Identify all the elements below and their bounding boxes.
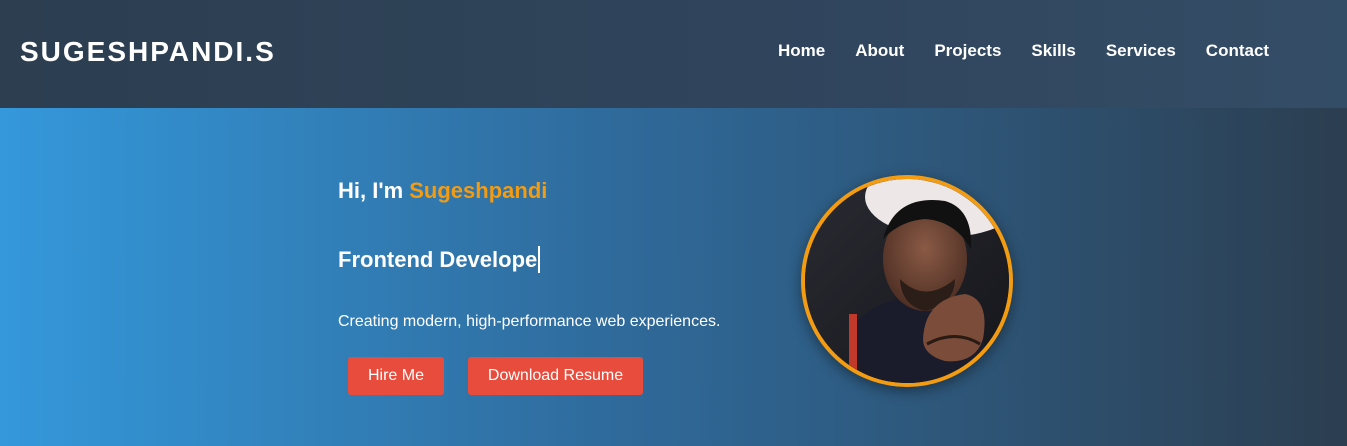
greeting-name: Sugeshpandi (409, 178, 548, 203)
hero-greeting: Hi, I'm Sugeshpandi (338, 178, 547, 204)
nav-link-skills[interactable]: Skills (1031, 41, 1075, 61)
main-nav: Home About Projects Skills Services Cont… (778, 41, 1269, 61)
hero-section: Hi, I'm Sugeshpandi Frontend Develope Cr… (0, 108, 1347, 446)
hero-role: Frontend Develope (338, 246, 541, 273)
nav-link-projects[interactable]: Projects (934, 41, 1001, 61)
nav-link-home[interactable]: Home (778, 41, 825, 61)
greeting-prefix: Hi, I'm (338, 178, 410, 203)
profile-photo-icon (805, 179, 1009, 383)
hero-tagline: Creating modern, high-performance web ex… (338, 313, 721, 330)
typing-cursor (538, 246, 541, 273)
nav-link-contact[interactable]: Contact (1206, 41, 1269, 61)
role-typed-text: Frontend Develope (338, 246, 538, 272)
site-logo[interactable]: SUGESHPANDI.S (20, 36, 276, 68)
download-resume-button[interactable]: Download Resume (468, 357, 643, 395)
nav-link-services[interactable]: Services (1106, 41, 1176, 61)
profile-avatar (801, 175, 1013, 387)
site-header: SUGESHPANDI.S Home About Projects Skills… (0, 0, 1347, 108)
nav-link-about[interactable]: About (855, 41, 904, 61)
hire-me-button[interactable]: Hire Me (348, 357, 444, 395)
